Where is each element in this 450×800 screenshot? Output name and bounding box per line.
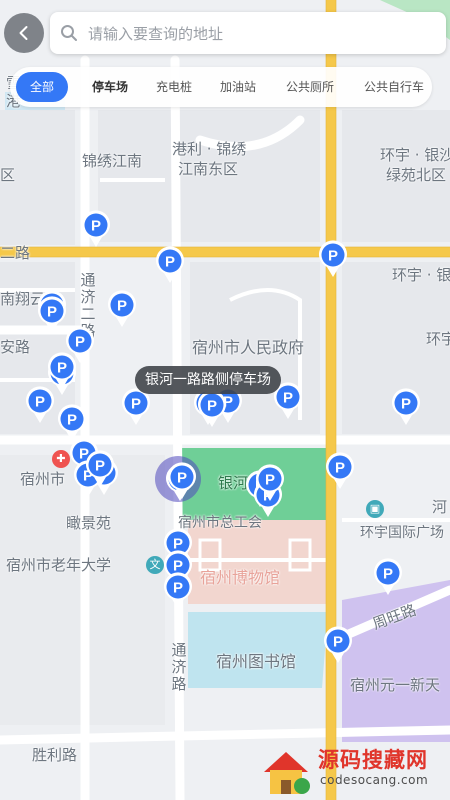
label-jingyuan: 瞰景苑 [66, 514, 112, 532]
svg-text:P: P [117, 298, 127, 315]
parking-pin-icon[interactable]: P [323, 626, 353, 664]
svg-text:P: P [47, 304, 57, 321]
svg-text:P: P [91, 218, 101, 235]
tab-gas-station[interactable]: 加油站 [208, 72, 268, 102]
svg-text:P: P [283, 390, 293, 407]
label-government: 宿州市人民政府 [192, 338, 305, 357]
label-er-lu: 二路 [0, 244, 31, 262]
tab-parking[interactable]: 停车场 [80, 72, 140, 102]
svg-text:P: P [333, 634, 343, 651]
watermark-logo-icon [264, 752, 310, 794]
label-yuanyi: 宿州元一新天 [350, 676, 441, 694]
label-huanyu-1: 环宇 · 银沙 [380, 146, 450, 164]
parking-pin-icon[interactable]: P [107, 290, 137, 328]
label-gangli-2: 江南东区 [178, 160, 239, 178]
parking-pin-icon[interactable]: P [318, 240, 348, 278]
parking-pin-icon[interactable]: P [255, 464, 285, 502]
svg-text:P: P [383, 566, 393, 583]
back-arrow-icon [19, 26, 28, 40]
parking-pin-icon[interactable]: P [163, 572, 193, 610]
svg-text:P: P [131, 396, 141, 413]
label-hospital: 宿州市 [20, 470, 66, 488]
tab-public-bike[interactable]: 公共自行车 [356, 72, 432, 102]
tab-all[interactable]: 全部 [16, 72, 68, 102]
parking-pin-icon[interactable]: P [197, 390, 227, 428]
svg-text:P: P [335, 460, 345, 477]
map-canvas[interactable]: 锦绣江南 港利 · 锦绣 江南东区 环宇 · 银沙 绿苑北区 环宇 · 银 环宇… [0, 0, 450, 800]
svg-text:P: P [95, 458, 105, 475]
label-jinxiu-jiangnan: 锦绣江南 [82, 152, 143, 170]
label-huanyu-plaza: 环宇国际广场 [360, 525, 444, 541]
svg-text:P: P [207, 398, 217, 415]
bus-station-icon[interactable]: ▣ [366, 500, 384, 518]
svg-text:P: P [35, 394, 45, 411]
svg-text:P: P [57, 360, 67, 377]
svg-text:P: P [328, 248, 338, 265]
parking-pin-icon[interactable]: P [25, 386, 55, 424]
label-an-lu: 安路 [0, 338, 31, 356]
parking-pin-icon[interactable]: P [47, 352, 77, 390]
parking-pin-icon[interactable]: P [37, 296, 67, 334]
label-museum: 宿州博物馆 [200, 568, 281, 587]
parking-pin-icon[interactable]: P [391, 388, 421, 426]
label-laonian-daxue: 宿州市老年大学 [6, 556, 112, 574]
category-bar: 全部 停车场 充电桩 加油站 公共厕所 公共自行车 [10, 67, 432, 107]
parking-pin-icon[interactable]: P [81, 210, 111, 248]
search-bar[interactable] [50, 12, 446, 54]
svg-text:P: P [75, 334, 85, 351]
school-icon[interactable]: 文 [146, 556, 164, 574]
svg-text:P: P [265, 472, 275, 489]
label-tongji-lu: 通济路 [171, 641, 187, 693]
label-gangli-1: 港利 · 锦绣 [172, 140, 247, 158]
label-left-qu: 区 [0, 166, 16, 184]
watermark-title: 源码搜藏网 [318, 748, 428, 772]
parking-pin-icon[interactable]: P [57, 404, 87, 442]
back-button[interactable] [4, 13, 44, 53]
watermark: 源码搜藏网 codesocang.com [258, 742, 448, 798]
watermark-url: codesocang.com [320, 773, 429, 787]
parking-pin-icon[interactable]: P [85, 450, 115, 488]
svg-text:P: P [177, 470, 187, 487]
search-icon [61, 25, 77, 41]
svg-text:P: P [67, 412, 77, 429]
label-huanyu-lv: 环宇绿 [426, 330, 450, 348]
label-library: 宿州图书馆 [216, 652, 297, 671]
parking-pin-icon[interactable]: P [155, 246, 185, 284]
label-he: 河 [432, 498, 448, 516]
svg-text:P: P [401, 396, 411, 413]
search-input[interactable] [86, 20, 430, 48]
purple-area [342, 580, 450, 742]
parking-pin-icon[interactable]: P [373, 558, 403, 596]
label-shengli-lu: 胜利路 [32, 746, 78, 764]
label-huanyu-yin: 环宇 · 银 [392, 266, 450, 284]
hospital-icon[interactable]: ✚ [52, 450, 70, 468]
tab-charging[interactable]: 充电桩 [144, 72, 204, 102]
parking-tooltip[interactable]: 银河一路路侧停车场 [135, 366, 281, 394]
tab-public-toilet[interactable]: 公共厕所 [274, 72, 346, 102]
library-area [188, 612, 328, 688]
svg-text:P: P [165, 254, 175, 271]
parking-pin-icon[interactable]: P [167, 462, 197, 500]
label-huanyu-2: 绿苑北区 [386, 166, 447, 184]
parking-pin-icon[interactable]: P [325, 452, 355, 490]
svg-text:P: P [173, 580, 183, 597]
